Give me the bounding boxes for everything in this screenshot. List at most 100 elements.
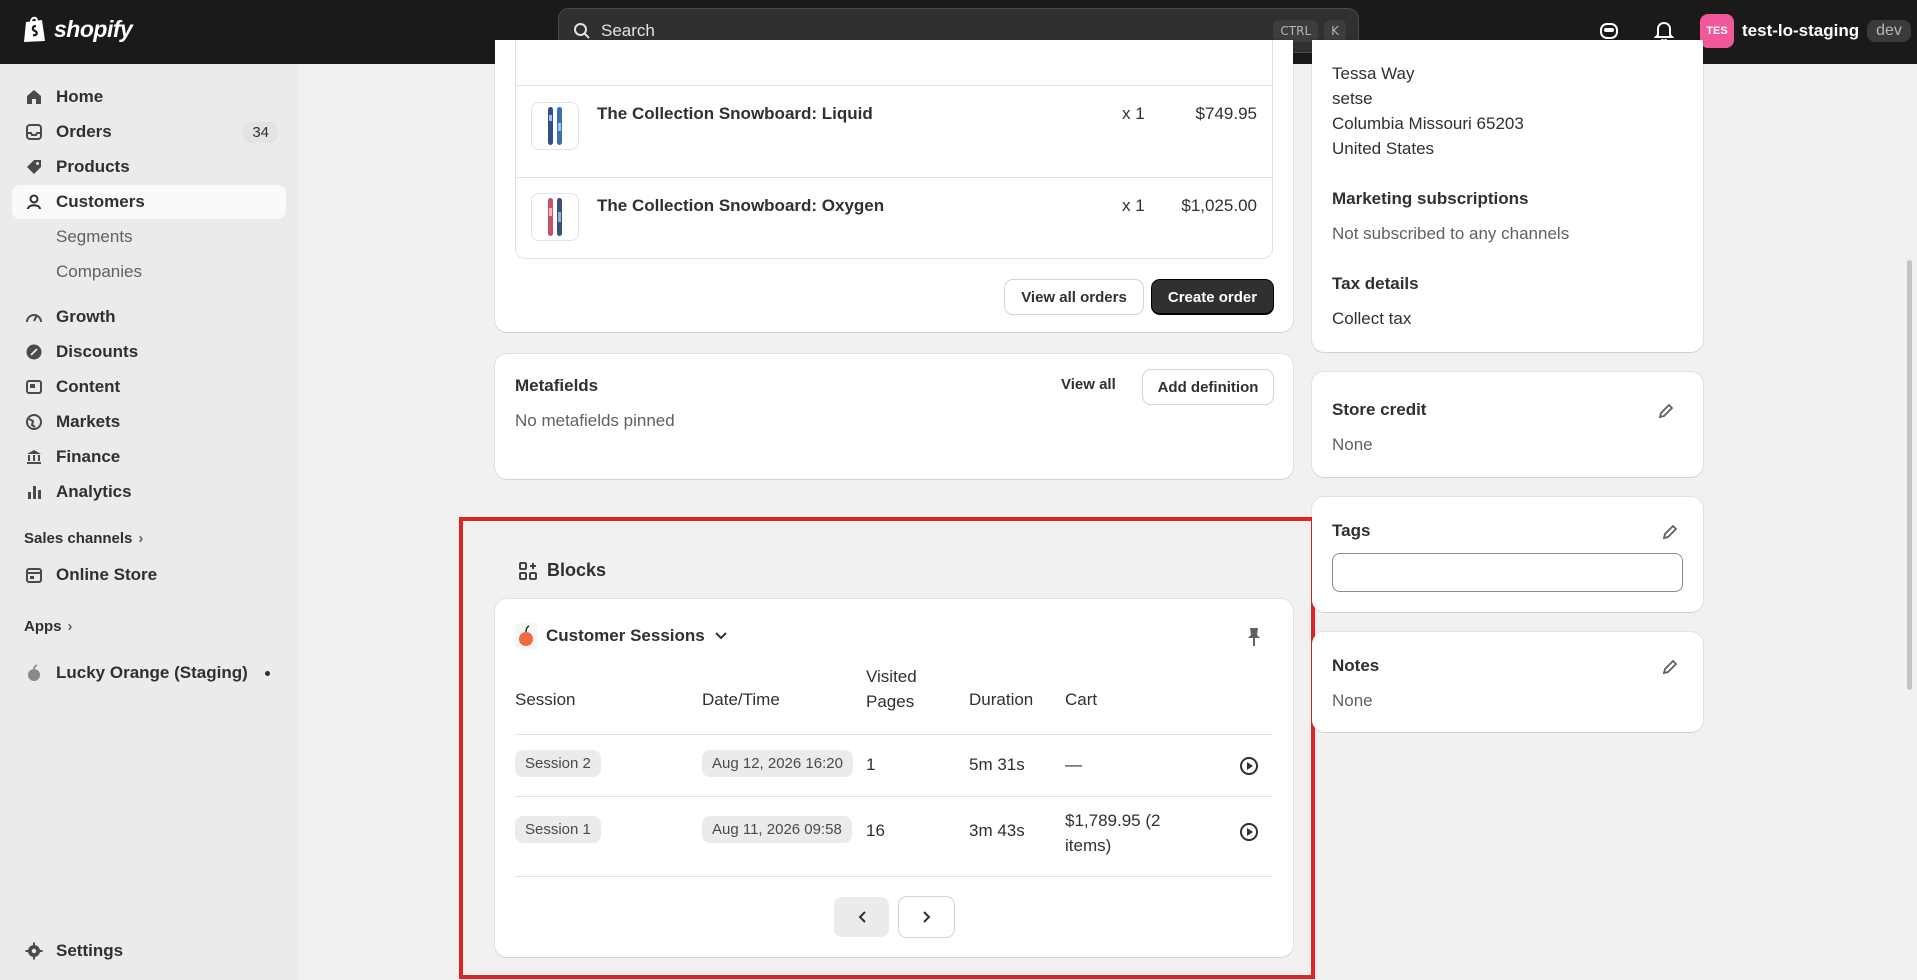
create-order-button[interactable]: Create order — [1152, 280, 1273, 314]
last-order-card: The Collection Snowboard: Liquid x 1 $74… — [495, 40, 1293, 332]
nav-lucky-orange[interactable]: Lucky Orange (Staging) — [12, 656, 286, 690]
order-item-price: $749.95 — [1195, 104, 1257, 123]
pencil-icon[interactable] — [1661, 523, 1679, 541]
store-credit-card: Store credit None — [1312, 372, 1703, 477]
order-item-name[interactable]: The Collection Snowboard: Oxygen — [597, 196, 884, 216]
metafields-empty-text: No metafields pinned — [515, 411, 675, 430]
storefront-icon — [24, 565, 44, 585]
gauge-icon — [24, 307, 44, 327]
highlight-box — [459, 517, 1315, 979]
tags-card: Tags — [1312, 497, 1703, 612]
chevron-right-icon: › — [138, 530, 144, 547]
home-icon — [24, 87, 44, 107]
divider — [516, 85, 1272, 86]
nav-settings[interactable]: Settings — [12, 934, 286, 968]
order-item-name[interactable]: The Collection Snowboard: Liquid — [597, 104, 873, 124]
brand-wordmark: shopify — [54, 15, 133, 42]
content-icon — [24, 377, 44, 397]
tax-value: Collect tax — [1332, 309, 1412, 328]
customer-details-card: Tessa Way setse Columbia Missouri 65203 … — [1312, 40, 1703, 352]
apps-header[interactable]: Apps › — [24, 618, 73, 635]
store-credit-title: Store credit — [1332, 400, 1427, 419]
nav-home-label: Home — [56, 87, 104, 106]
search-icon — [574, 22, 590, 39]
nav-segments[interactable]: Segments — [56, 227, 133, 247]
order-item-price: $1,025.00 — [1181, 196, 1257, 215]
marketing-title: Marketing subscriptions — [1332, 189, 1529, 208]
gear-icon — [24, 941, 44, 961]
order-item-qty: x 1 — [1122, 104, 1145, 123]
nav-growth[interactable]: Growth — [12, 300, 286, 334]
address-line: setse — [1332, 89, 1373, 108]
shortcut-ctrl: CTRL — [1273, 19, 1319, 42]
apps-label: Apps — [24, 618, 62, 635]
nav-growth-label: Growth — [56, 307, 116, 326]
nav-analytics[interactable]: Analytics — [12, 475, 286, 509]
pencil-icon[interactable] — [1657, 402, 1675, 420]
inbox-icon — [24, 122, 44, 142]
order-items-box: The Collection Snowboard: Liquid x 1 $74… — [515, 40, 1273, 259]
scrollbar[interactable] — [1907, 260, 1912, 690]
sidebar: Home Orders 34 Products Customers Segmen… — [0, 64, 298, 980]
nav-discounts[interactable]: Discounts — [12, 335, 286, 369]
address-line: United States — [1332, 139, 1435, 158]
nav-products[interactable]: Products — [12, 150, 286, 184]
tax-title: Tax details — [1332, 274, 1419, 293]
tag-icon — [24, 157, 44, 177]
orders-count-badge: 34 — [243, 121, 278, 143]
address-line: Columbia Missouri 65203 — [1332, 114, 1524, 133]
nav-finance-label: Finance — [56, 447, 121, 466]
discount-icon — [24, 342, 44, 362]
user-menu[interactable]: TES test-lo-staging dev — [1700, 14, 1911, 48]
shopify-logo[interactable]: shopify — [22, 14, 133, 44]
sales-channels-header[interactable]: Sales channels › — [24, 530, 143, 547]
globe-icon — [24, 412, 44, 432]
nav-content-label: Content — [56, 377, 121, 396]
nav-customers-label: Customers — [56, 192, 145, 211]
view-all-orders-button[interactable]: View all orders — [1005, 280, 1143, 314]
nav-discounts-label: Discounts — [56, 342, 139, 361]
notes-title: Notes — [1332, 656, 1380, 675]
nav-content[interactable]: Content — [12, 370, 286, 404]
tags-title: Tags — [1332, 521, 1371, 540]
store-name: test-lo-staging — [1742, 21, 1860, 40]
nav-finance[interactable]: Finance — [12, 440, 286, 474]
nav-online-store[interactable]: Online Store — [12, 558, 286, 592]
bank-icon — [24, 447, 44, 467]
nav-online-store-label: Online Store — [56, 565, 158, 584]
add-definition-button[interactable]: Add definition — [1143, 370, 1273, 404]
pencil-icon[interactable] — [1661, 658, 1679, 676]
nav-markets[interactable]: Markets — [12, 405, 286, 439]
nav-orders-label: Orders — [56, 122, 112, 141]
env-badge: dev — [1867, 20, 1911, 42]
product-thumbnail[interactable] — [531, 102, 579, 150]
bar-chart-icon — [24, 482, 44, 502]
shopify-bag-icon — [24, 16, 45, 42]
tags-input[interactable] — [1332, 553, 1683, 592]
nav-analytics-label: Analytics — [56, 482, 132, 501]
nav-orders[interactable]: Orders 34 — [12, 115, 286, 149]
nav-customers[interactable]: Customers — [12, 185, 286, 219]
chevron-right-icon: › — [67, 618, 73, 635]
nav-markets-label: Markets — [56, 412, 121, 431]
nav-settings-label: Settings — [56, 941, 124, 960]
order-item-qty: x 1 — [1122, 196, 1145, 215]
nav-products-label: Products — [56, 157, 130, 176]
view-all-link[interactable]: View all — [1061, 376, 1116, 393]
metafields-card: Metafields View all Add definition No me… — [495, 354, 1293, 479]
metafields-title: Metafields — [515, 376, 599, 395]
marketing-value: Not subscribed to any channels — [1332, 224, 1570, 243]
address-line: Tessa Way — [1332, 64, 1415, 83]
product-thumbnail[interactable] — [531, 193, 579, 241]
shortcut-k: K — [1324, 19, 1346, 42]
store-credit-value: None — [1332, 435, 1373, 454]
nav-lucky-orange-label: Lucky Orange (Staging) — [56, 663, 248, 682]
divider — [516, 177, 1272, 178]
notes-value: None — [1332, 691, 1373, 710]
nav-companies[interactable]: Companies — [56, 262, 142, 282]
search-placeholder: Search — [601, 20, 655, 40]
status-dot — [265, 670, 270, 676]
avatar: TES — [1700, 14, 1734, 48]
sales-channels-label: Sales channels — [24, 530, 133, 547]
nav-home[interactable]: Home — [12, 80, 286, 114]
